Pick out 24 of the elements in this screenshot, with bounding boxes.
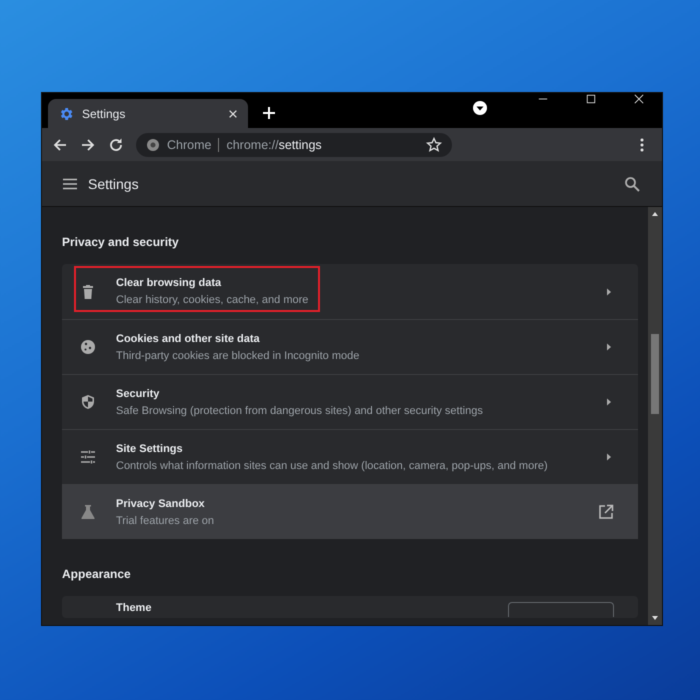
settings-row[interactable]: Clear browsing data Clear history, cookies, cache, and more xyxy=(62,264,638,319)
row-title: Privacy Sandbox xyxy=(116,498,206,510)
browser-tab[interactable]: Settings xyxy=(48,99,248,128)
section-title: Privacy and security xyxy=(62,234,180,251)
row-title: Theme xyxy=(116,602,152,614)
settings-row[interactable]: Privacy Sandbox Trial features are on xyxy=(62,484,638,539)
row-subtitle: Safe Browsing (protection from dangerous sites) and other security settings xyxy=(116,404,484,416)
url-text: chrome://settings xyxy=(226,138,322,152)
row-title: Clear browsing data xyxy=(116,277,222,289)
row-title: Security xyxy=(116,388,160,400)
site-label: Chrome xyxy=(167,138,212,152)
row-subtitle: Third-party cookies are blocked in Incognito mode xyxy=(116,350,360,362)
row-title: Site Settings xyxy=(116,442,184,454)
row-title: Cookies and other site data xyxy=(116,332,261,344)
tab-title: Settings xyxy=(82,106,126,120)
settings-row[interactable]: Cookies and other site data Third-party cookies are blocked in Incognito mode xyxy=(62,319,638,374)
page-title: Settings xyxy=(88,176,139,192)
settings-row[interactable]: Security Safe Browsing (protection from dangerous sites) and other security settings xyxy=(62,374,638,429)
section-title: Appearance xyxy=(62,566,132,583)
address-bar[interactable]: Chrome chrome://settings xyxy=(136,132,452,156)
row-subtitle: Controls what information sites can use and show (location, camera, pop-ups, and more) xyxy=(116,460,549,472)
row-subtitle: Clear history, cookies, cache, and more xyxy=(116,294,310,306)
row-subtitle: Trial features are on xyxy=(116,514,216,526)
settings-row[interactable]: Theme xyxy=(62,596,638,618)
